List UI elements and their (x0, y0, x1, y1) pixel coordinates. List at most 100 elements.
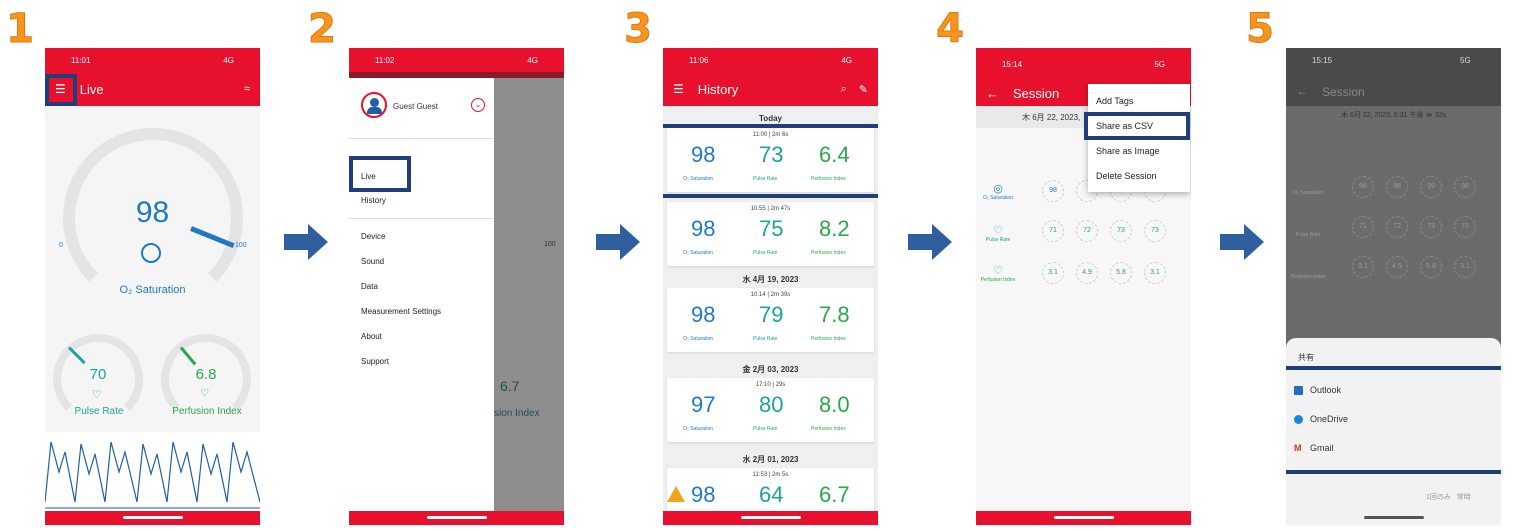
session-time: 10:14 | 2m 39s (750, 292, 791, 298)
menu-item-delete-session[interactable]: Delete Session (1096, 171, 1157, 181)
home-pill[interactable] (740, 516, 801, 519)
home-pill[interactable] (426, 516, 487, 519)
menu-item-data[interactable]: Data (361, 282, 378, 291)
app-bar: ☰ History ⌕ ✎ (663, 72, 878, 106)
menu-item-about[interactable]: About (361, 332, 382, 341)
history-card[interactable]: 17:10 | 29s 97 80 8.0 O₂ Saturation Puls… (667, 378, 874, 442)
menu-item-add-tags[interactable]: Add Tags (1096, 96, 1133, 106)
menu-item-history[interactable]: History (361, 196, 386, 205)
status-network: 4G (223, 55, 234, 65)
heart-icon: ♡ (92, 389, 102, 401)
step-number-2: 2 (308, 6, 337, 52)
step-number-3: 3 (624, 6, 653, 52)
search-icon[interactable]: ⌕ (841, 83, 847, 96)
trend-icon[interactable]: ≈ (244, 83, 250, 95)
page-title: Live (79, 81, 104, 97)
pulse-value: 64 (759, 482, 784, 507)
pi-value: 6.8 (195, 366, 217, 383)
page-title: History (697, 81, 739, 97)
pi-label: Perfusion Index (172, 406, 242, 417)
pi-label: Perfusion Index (811, 426, 846, 432)
value-cell: 3.1 (1144, 262, 1166, 284)
value-cell: 98 (1454, 176, 1476, 198)
menu-item-support[interactable]: Support (361, 357, 389, 366)
phone-live-screen: 11:01 4G ☰ Live ≈ 0 100 98 O₂ Saturation… (45, 48, 260, 525)
nav-bar (45, 511, 260, 525)
tutorial-strip: 1 2 3 4 5 11:01 4G ☰ Live ≈ 0 100 98 O₂ … (0, 0, 1515, 529)
value-cell: 4.9 (1076, 262, 1098, 284)
pi-value: 6.7 (819, 482, 850, 507)
o2-label: O₂ Saturation (119, 284, 186, 296)
o2-row-label: O₂ Saturation (1292, 190, 1323, 196)
nav-bar (349, 511, 564, 525)
o2-value: 98 (691, 482, 716, 507)
o2-label: O₂ Saturation (683, 426, 714, 432)
value-cell: 5.8 (1420, 256, 1442, 278)
value-cell: 98 (1386, 176, 1408, 198)
date-header: Today (759, 114, 782, 123)
history-card[interactable]: 10:55 | 2m 47s 98 75 8.2 O₂ Saturation P… (667, 202, 874, 266)
nav-bar (976, 511, 1191, 525)
home-pill[interactable] (122, 516, 183, 519)
arrow-right-icon (596, 224, 640, 260)
gauge-max-label: 100 (235, 242, 247, 249)
menu-item-measurement-settings[interactable]: Measurement Settings (361, 307, 441, 316)
edit-icon[interactable]: ✎ (859, 83, 868, 96)
history-card[interactable]: 10:14 | 2m 39s 98 79 7.8 O₂ Saturation P… (667, 288, 874, 352)
status-network: 5G (1154, 59, 1165, 69)
always-button[interactable]: 常時 (1457, 494, 1471, 501)
value-cell: 3.1 (1352, 256, 1374, 278)
menu-item-device[interactable]: Device (361, 232, 385, 241)
arrow-right-icon (1220, 224, 1264, 260)
phone-drawer-screen: 11:02 4G ≈ 6.7 sion Index 100 Guest Gues… (349, 48, 564, 525)
divider (349, 138, 494, 139)
value-cell: 72 (1386, 216, 1408, 238)
phone-share-screen: 15:15 5G ← Session 木 6月 22, 2023, 6:31 午… (1286, 48, 1501, 525)
value-cell: 4.9 (1386, 256, 1408, 278)
date-header: 金 2月 03, 2023 (742, 365, 799, 374)
value-cell: 73 (1110, 220, 1132, 242)
pi-row-label: ♡ Perfusion Index (978, 264, 1018, 283)
menu-icon[interactable]: ☰ (673, 82, 684, 96)
status-time: 11:02 (375, 55, 395, 65)
pulse-value: 79 (759, 302, 784, 327)
behind-pi-value: 6.7 (500, 378, 520, 394)
just-once-button[interactable]: 1回のみ (1426, 494, 1451, 501)
o2-icon (141, 243, 161, 263)
page-title: Session (1322, 85, 1365, 99)
home-pill[interactable] (1053, 516, 1114, 519)
date-header: 水 4月 19, 2023 (742, 275, 799, 284)
app-bar: ☰ Live ≈ (45, 72, 260, 106)
status-time: 15:14 (1002, 59, 1023, 69)
o2-value: 98 (135, 196, 170, 229)
pulse-value: 80 (759, 392, 784, 417)
gauge-min-label: 0 (59, 242, 63, 249)
home-pill[interactable] (1363, 516, 1424, 519)
o2-value: 98 (691, 216, 716, 241)
avatar-icon[interactable] (361, 92, 387, 118)
o2-value: 98 (691, 302, 716, 327)
status-bar: 11:01 4G (45, 48, 260, 72)
session-time: 17:10 | 29s (755, 382, 786, 388)
warning-icon (667, 486, 685, 502)
dimmed-background[interactable]: 6.7 sion Index 100 (494, 78, 564, 511)
value-cell: 3.1 (1454, 256, 1476, 278)
chevron-down-icon[interactable]: ⌄ (471, 98, 485, 112)
pulse-row-label: Pulse Rate (1295, 232, 1321, 238)
pulse-label: Pulse Rate (74, 406, 124, 417)
sheet-footer: 1回のみ 常時 (1426, 492, 1471, 502)
o2-icon: ◎ (993, 183, 1003, 195)
status-network: 4G (527, 55, 538, 65)
date-header: 水 2月 01, 2023 (742, 455, 799, 464)
back-arrow-icon[interactable]: ← (986, 86, 999, 101)
page-title: Session (1013, 85, 1060, 101)
o2-label: O₂ Saturation (683, 250, 714, 256)
highlight-box (349, 156, 411, 192)
o2-row-label: ◎ O₂ Saturation (978, 182, 1018, 201)
step-number-5: 5 (1246, 6, 1275, 52)
value-cell: 72 (1076, 220, 1098, 242)
menu-item-share-image[interactable]: Share as Image (1096, 146, 1160, 156)
pulse-value: 70 (89, 366, 107, 383)
menu-item-sound[interactable]: Sound (361, 257, 384, 266)
history-card[interactable]: 11:53 | 2m 5s 98 64 6.7 (667, 468, 874, 512)
